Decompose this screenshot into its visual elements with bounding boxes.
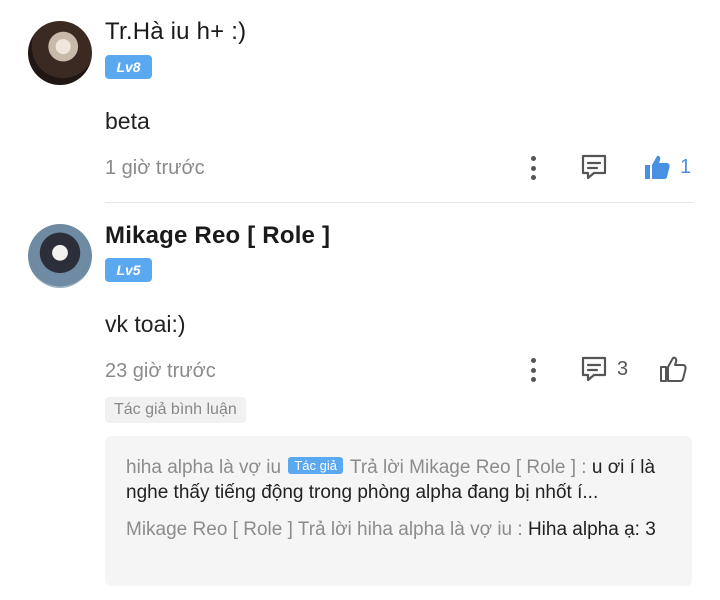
more-vertical-icon	[530, 358, 536, 363]
divider	[105, 202, 693, 203]
reply-text: Hiha alpha ạ: 3	[527, 519, 656, 540]
reply-author[interactable]: hiha alpha là vợ iu	[126, 457, 281, 478]
like-count: 1	[680, 155, 692, 178]
level-badge: Lv5	[105, 258, 152, 282]
reply-item[interactable]: Mikage Reo [ Role ] Trả lời hiha alpha l…	[126, 517, 672, 542]
reply-author[interactable]: Mikage Reo [ Role ]	[126, 519, 293, 540]
replies-panel[interactable]: hiha alpha là vợ iu Tác giả Trả lời Mika…	[105, 436, 692, 586]
reply-target: Trả lời Mikage Reo [ Role ] :	[349, 457, 587, 478]
reply-button[interactable]: 3	[579, 353, 628, 385]
comment-username[interactable]: Tr.Hà iu h+ :)	[105, 18, 246, 46]
thumbs-up-icon	[660, 356, 687, 382]
level-badge: Lv8	[105, 55, 152, 79]
comment-time: 1 giờ trước	[105, 157, 205, 179]
comment-author-tag: Tác giả bình luận	[105, 397, 246, 423]
comment-icon	[581, 154, 607, 180]
reply-item[interactable]: hiha alpha là vợ iu Tác giả Trả lời Mika…	[126, 455, 672, 505]
comment-text: beta	[105, 108, 150, 134]
reply-target: Trả lời hiha alpha là vợ iu :	[297, 519, 523, 540]
more-vertical-icon	[530, 156, 536, 161]
avatar[interactable]	[28, 224, 92, 288]
more-options-button[interactable]	[522, 355, 544, 385]
like-button[interactable]	[658, 353, 688, 385]
comment-username[interactable]: Mikage Reo [ Role ]	[105, 222, 330, 250]
more-options-button[interactable]	[522, 153, 544, 183]
comment-text: vk toai:)	[105, 311, 186, 337]
reply-count: 3	[617, 357, 629, 380]
avatar[interactable]	[28, 21, 92, 85]
comment-time: 23 giờ trước	[105, 360, 216, 382]
author-badge: Tác giả	[288, 457, 343, 474]
thumbs-up-icon	[645, 155, 670, 179]
like-button[interactable]: 1	[642, 151, 691, 183]
reply-button[interactable]	[579, 151, 609, 183]
comment-icon	[581, 356, 607, 382]
